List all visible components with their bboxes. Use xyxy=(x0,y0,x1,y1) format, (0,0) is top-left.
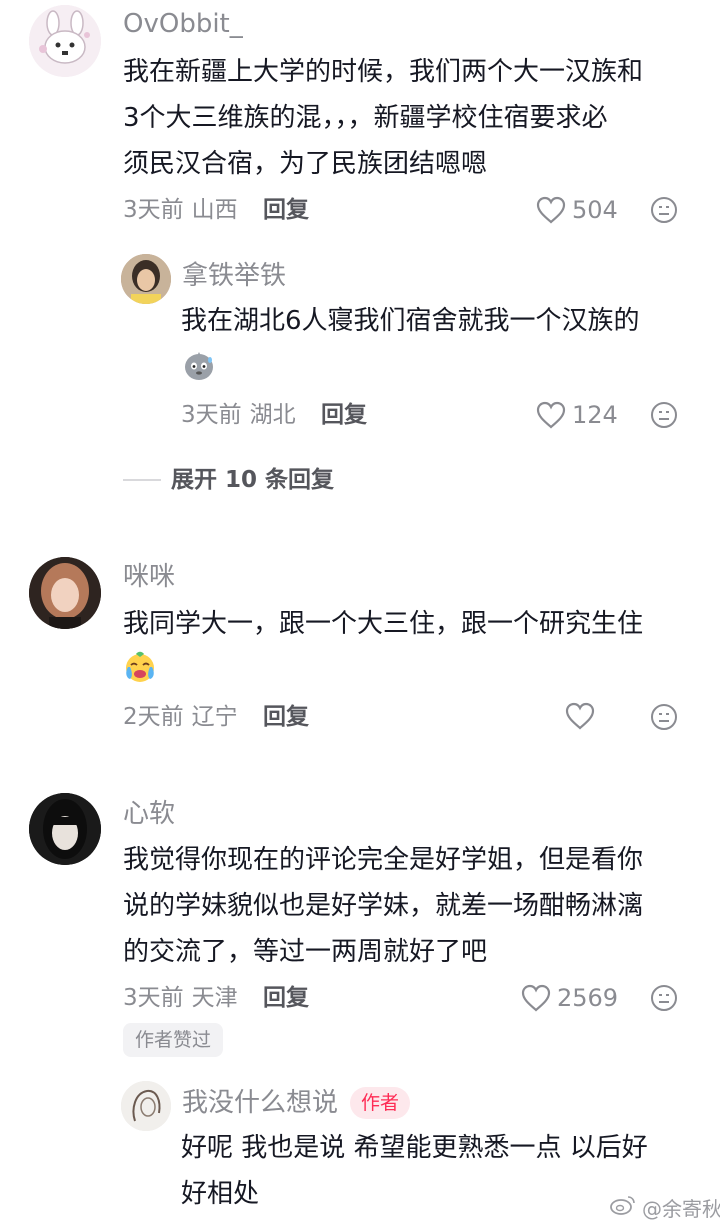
comment-meta: 2天前 辽宁 xyxy=(123,701,238,733)
expand-divider xyxy=(123,479,161,481)
reply-text-line: 好呢 我也是说 希望能更熟悉一点 以后好 xyxy=(181,1133,648,1163)
expand-replies[interactable]: 展开 10 条回复 xyxy=(123,464,334,496)
reply-meta: 3天前 湖北 xyxy=(181,399,296,431)
dislike-face-icon xyxy=(650,984,678,1012)
like-count: 504 xyxy=(572,196,618,224)
dislike-face-icon xyxy=(650,196,678,224)
comment-text-line: 我在新疆上大学的时候，我们两个大一汉族和 xyxy=(123,57,644,87)
comment-text-line: 我觉得你现在的评论完全是好学姐，但是看你 xyxy=(123,845,644,875)
watermark: @余寄秋 xyxy=(610,1194,720,1223)
reply-header: 我没什么想说 作者 xyxy=(182,1086,411,1120)
comment-username[interactable]: OvObbit_ xyxy=(123,7,243,41)
avatar[interactable] xyxy=(29,793,101,865)
heart-outline-icon xyxy=(565,702,595,730)
reply-button[interactable]: 回复 xyxy=(263,194,309,226)
comment-meta: 3天前 山西 xyxy=(123,194,238,226)
reply-button[interactable]: 回复 xyxy=(263,701,309,733)
like-button[interactable]: 504 xyxy=(536,194,618,226)
dislike-face-icon xyxy=(650,401,678,429)
comment-time: 3天前 xyxy=(123,197,184,223)
watermark-text: @余寄秋 xyxy=(642,1196,720,1221)
avatar-sketch-image xyxy=(121,1081,171,1131)
avatar-bunny-image xyxy=(29,5,101,77)
like-button[interactable]: 2569 xyxy=(521,982,618,1014)
like-count: 2569 xyxy=(557,984,619,1012)
reply-time: 3天前 xyxy=(181,402,242,428)
comment-username[interactable]: 心软 xyxy=(123,797,175,831)
crying-face-emoji xyxy=(123,650,157,688)
dislike-button[interactable] xyxy=(650,196,678,224)
avatar-photo-image xyxy=(29,793,101,865)
expand-replies-label: 展开 10 条回复 xyxy=(171,467,335,493)
like-count: 124 xyxy=(572,401,618,429)
heart-outline-icon xyxy=(536,196,566,224)
weibo-logo-icon xyxy=(610,1194,636,1223)
reply-text-line: 好相处 xyxy=(181,1179,260,1209)
avatar[interactable] xyxy=(29,5,101,77)
like-button[interactable]: 124 xyxy=(536,399,618,431)
dislike-button[interactable] xyxy=(650,703,678,731)
author-tag: 作者 xyxy=(350,1087,411,1119)
avatar[interactable] xyxy=(29,557,101,629)
reply-username[interactable]: 我没什么想说 xyxy=(182,1086,338,1120)
comment-time: 2天前 xyxy=(123,704,184,730)
reply-avatar[interactable] xyxy=(121,254,171,304)
comment-meta: 3天前 天津 xyxy=(123,982,238,1014)
reply-avatar[interactable] xyxy=(121,1081,171,1131)
comment-text-line: 的交流了，等过一两周就好了吧 xyxy=(123,937,488,967)
reply-location: 湖北 xyxy=(249,402,296,428)
comment-location: 山西 xyxy=(191,197,238,223)
dislike-button[interactable] xyxy=(650,401,678,429)
comment-location: 天津 xyxy=(191,985,238,1011)
reply-username[interactable]: 拿铁举铁 xyxy=(182,259,286,293)
dislike-face-icon xyxy=(650,703,678,731)
comment-time: 3天前 xyxy=(123,985,184,1011)
reply-button[interactable]: 回复 xyxy=(321,399,367,431)
comment-text-line: 我同学大一，跟一个大三住，跟一个研究生住 xyxy=(123,609,644,639)
avatar-photo-image xyxy=(121,254,171,304)
comment-text-line: 3个大三维族的混，，，新疆学校住宿要求必 xyxy=(123,103,608,133)
dislike-button[interactable] xyxy=(650,984,678,1012)
comment-location: 辽宁 xyxy=(191,704,238,730)
heart-outline-icon xyxy=(536,401,566,429)
like-button[interactable] xyxy=(565,702,595,730)
reply-button[interactable]: 回复 xyxy=(263,982,309,1014)
sweat-face-emoji xyxy=(182,348,216,386)
comment-username[interactable]: 咪咪 xyxy=(123,560,175,594)
comment-text-line: 须民汉合宿，为了民族团结嗯嗯 xyxy=(123,149,488,179)
author-liked-badge: 作者赞过 xyxy=(123,1023,224,1057)
heart-outline-icon xyxy=(521,984,551,1012)
reply-text-line: 我在湖北6人寝我们宿舍就我一个汉族的 xyxy=(181,306,640,336)
comment-text-line: 说的学妹貌似也是好学妹，就差一场酣畅淋漓 xyxy=(123,891,644,921)
avatar-photo-image xyxy=(29,557,101,629)
